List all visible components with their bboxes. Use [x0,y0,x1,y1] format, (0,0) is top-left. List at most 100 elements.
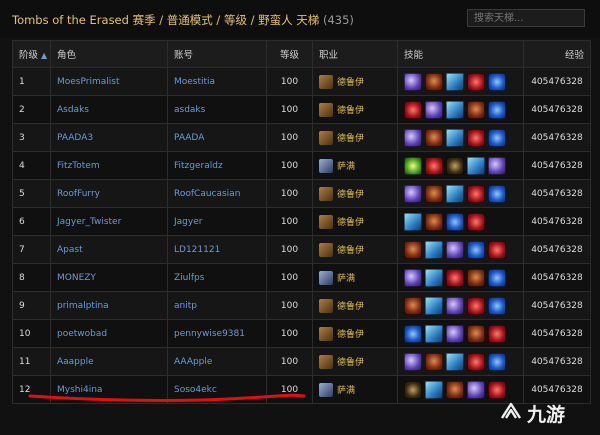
skill-swirl-icon[interactable] [488,100,506,119]
skill-bear-icon[interactable] [404,240,422,259]
skill-swirl-icon[interactable] [488,128,506,147]
skill-bear-icon[interactable] [425,72,443,91]
col-char-header[interactable]: 角色 [50,40,168,68]
char-link[interactable]: Apast [57,245,83,255]
skill-ice-icon[interactable] [425,324,443,343]
skill-red-icon[interactable] [467,184,485,203]
char-link[interactable]: Asdaks [57,105,89,115]
account-link[interactable]: Ziulfps [174,273,204,283]
skill-red-icon[interactable] [404,100,422,119]
char-cell: FitzTotem [50,151,168,180]
char-link[interactable]: PAADA3 [57,133,93,143]
skill-purple-icon[interactable] [446,324,464,343]
class-cell: 德鲁伊 [312,291,398,320]
account-link[interactable]: anitp [174,301,197,311]
char-cell: MoesPrimalist [50,67,168,96]
col-rank-header[interactable]: 阶级 ▲ [12,40,51,68]
druid-class-icon [319,130,333,145]
account-link[interactable]: Fitzgeraldz [174,161,223,171]
skill-ice-icon[interactable] [404,212,422,231]
skill-ice-icon[interactable] [425,380,443,399]
skill-dark-icon[interactable] [404,380,422,399]
skill-ice-icon[interactable] [446,100,464,119]
skill-red-icon[interactable] [467,296,485,315]
skill-swirl-icon[interactable] [404,324,422,343]
skill-red-icon[interactable] [467,128,485,147]
skill-bear-icon[interactable] [467,268,485,287]
skill-red-icon[interactable] [488,324,506,343]
skill-purple-icon[interactable] [425,100,443,119]
account-link[interactable]: asdaks [174,105,205,115]
skill-red-icon[interactable] [425,156,443,175]
skill-ice-icon[interactable] [425,240,443,259]
skill-purple-icon[interactable] [467,380,485,399]
account-link[interactable]: LD121121 [174,245,220,255]
char-link[interactable]: Aaapple [57,357,94,367]
skill-purple-icon[interactable] [404,128,422,147]
rank-cell: 10 [12,319,51,348]
account-cell: Jagyer [167,207,267,236]
char-link[interactable]: Jagyer_Twister [57,217,121,227]
skill-purple-icon[interactable] [404,184,422,203]
char-link[interactable]: MoesPrimalist [57,77,119,87]
account-link[interactable]: AAApple [174,357,212,367]
table-row: 1 MoesPrimalist Moestitia 100 德鲁伊 405476328 [12,67,591,96]
skill-purple-icon[interactable] [488,156,506,175]
skill-bear-icon[interactable] [404,296,422,315]
skill-ice-icon[interactable] [446,184,464,203]
skill-swirl-icon[interactable] [488,296,506,315]
rank-cell: 4 [12,151,51,180]
char-link[interactable]: RoofFurry [57,189,100,199]
account-link[interactable]: Jagyer [174,217,202,227]
skill-purple-icon[interactable] [404,268,422,287]
char-link[interactable]: primalptina [57,301,109,311]
skill-swirl-icon[interactable] [446,212,464,231]
exp-cell: 405476328 [523,319,591,348]
col-exp-header[interactable]: 经验 [523,40,591,68]
skill-swirl-icon[interactable] [488,72,506,91]
skill-bear-icon[interactable] [467,100,485,119]
ladder-search-input[interactable] [467,9,585,27]
char-link[interactable]: poetwobad [57,329,107,339]
skill-purple-icon[interactable] [446,296,464,315]
skill-red-icon[interactable] [467,72,485,91]
skill-ice-icon[interactable] [446,128,464,147]
skill-swirl-icon[interactable] [488,184,506,203]
char-link[interactable]: MONEZY [57,273,96,283]
skill-ice-icon[interactable] [467,156,485,175]
class-cell: 德鲁伊 [312,67,398,96]
skill-swirl-icon[interactable] [488,352,506,371]
skill-ice-icon[interactable] [446,72,464,91]
skill-bear-icon[interactable] [425,352,443,371]
char-link[interactable]: FitzTotem [57,161,100,171]
skill-purple-icon[interactable] [404,352,422,371]
skill-swirl-icon[interactable] [467,240,485,259]
skill-green-icon[interactable] [404,156,422,175]
skill-dark-icon[interactable] [446,156,464,175]
ladder-table: 阶级 ▲ 角色 账号 等级 职业 技能 经验 1 MoesPrimalist Moes… [12,40,591,404]
col-account-header[interactable]: 账号 [167,40,267,68]
skill-ice-icon[interactable] [425,268,443,287]
skill-bear-icon[interactable] [425,128,443,147]
skill-ice-icon[interactable] [425,296,443,315]
skill-ice-icon[interactable] [446,352,464,371]
skill-purple-icon[interactable] [446,240,464,259]
col-level-header[interactable]: 等级 [266,40,313,68]
account-link[interactable]: Moestitia [174,77,215,87]
table-row: 9 primalptina anitp 100 德鲁伊 405476328 [12,291,591,320]
skill-bear-icon[interactable] [467,324,485,343]
skill-purple-icon[interactable] [404,72,422,91]
skill-swirl-icon[interactable] [488,268,506,287]
skill-red-icon[interactable] [467,212,485,231]
skill-red-icon[interactable] [488,380,506,399]
account-link[interactable]: PAADA [174,133,204,143]
skill-bear-icon[interactable] [425,212,443,231]
skill-red-icon[interactable] [467,352,485,371]
skill-red-icon[interactable] [446,268,464,287]
col-class-header[interactable]: 职业 [312,40,398,68]
skill-bear-icon[interactable] [425,184,443,203]
skill-red-icon[interactable] [488,240,506,259]
account-link[interactable]: pennywise9381 [174,329,245,339]
skill-bear-icon[interactable] [446,380,464,399]
account-link[interactable]: RoofCaucasian [174,189,240,199]
